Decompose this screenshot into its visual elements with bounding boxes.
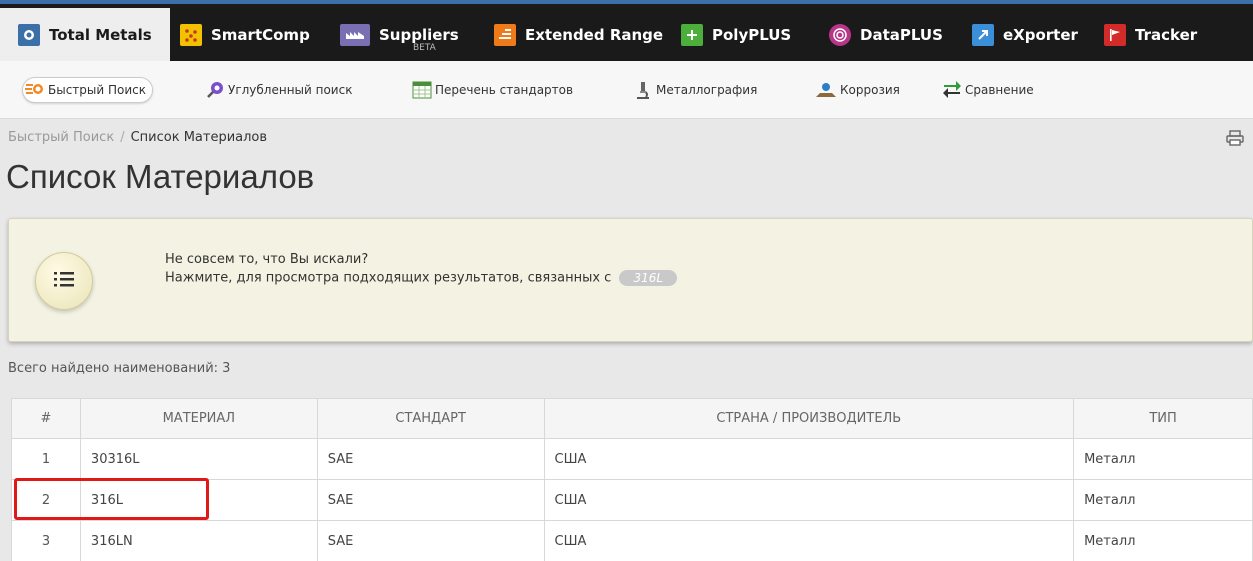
polyplus-icon: [681, 23, 703, 46]
product-tab-total-metals[interactable]: Total Metals: [0, 8, 170, 61]
standard-cell: SAE: [316, 438, 545, 480]
breadcrumb-separator: /: [120, 130, 125, 145]
product-label: Total Metals: [49, 25, 152, 44]
total-metals-icon: [18, 23, 40, 46]
table-row[interactable]: 1 30316L SAE США Металл: [11, 438, 1253, 480]
column-header-number[interactable]: #: [11, 398, 81, 439]
suggestion-notice: Не совсем то, что Вы искали? Нажмите, дл…: [8, 218, 1253, 342]
toolbar-quick-search[interactable]: Быстрый Поиск: [22, 77, 154, 103]
table-header-row: # МАТЕРИАЛ СТАНДАРТ СТРАНА / ПРОИЗВОДИТЕ…: [11, 398, 1253, 439]
product-tab-exporter[interactable]: eXporter: [972, 8, 1078, 61]
product-label: Suppliers: [379, 25, 459, 44]
toolbar-label: Быстрый Поиск: [48, 83, 147, 97]
product-tab-extended-range[interactable]: Extended Range: [494, 8, 663, 61]
toolbar-metallography[interactable]: Металлография: [633, 77, 757, 103]
exporter-icon: [972, 23, 994, 46]
product-label: PolyPLUS: [712, 25, 792, 44]
table-row[interactable]: 2 316L SAE США Металл: [11, 479, 1253, 521]
product-tab-smartcomp[interactable]: SmartComp: [180, 8, 310, 61]
column-header-standard[interactable]: СТАНДАРТ: [316, 398, 545, 439]
product-tab-polyplus[interactable]: PolyPLUS: [681, 8, 791, 61]
toolbar-standards-list[interactable]: Перечень стандартов: [412, 77, 573, 103]
notice-instruction-text: Нажмите, для просмотра подходящих резуль…: [165, 270, 612, 286]
notice-question: Не совсем то, что Вы искали?: [165, 252, 369, 267]
product-label: Tracker: [1135, 25, 1198, 44]
row-number: 1: [11, 438, 81, 480]
product-tab-tracker[interactable]: Tracker: [1104, 8, 1197, 61]
smartcomp-icon: [180, 23, 202, 46]
toolbar-corrosion[interactable]: Коррозия: [815, 77, 900, 103]
results-count: Всего найдено наименований: 3: [8, 361, 231, 376]
product-label: SmartComp: [211, 25, 310, 44]
product-label: Extended Range: [525, 25, 664, 44]
toolbar-label: Углубленный поиск: [228, 83, 353, 97]
country-cell: США: [543, 438, 1075, 480]
product-tab-dataplus[interactable]: DataPLUS: [829, 8, 943, 61]
table-row[interactable]: 3 316LN SAE США Металл: [11, 520, 1253, 561]
product-bar: Total Metals SmartComp Suppliers BETA Ex…: [0, 0, 1253, 61]
column-header-material[interactable]: МАТЕРИАЛ: [79, 398, 318, 439]
toolbar-advanced-search[interactable]: Углубленный поиск: [205, 77, 352, 103]
breadcrumb-root-link[interactable]: Быстрый Поиск: [8, 130, 114, 145]
notice-instruction: Нажмите, для просмотра подходящих резуль…: [165, 270, 678, 286]
suppliers-icon: [340, 23, 370, 46]
extended-range-icon: [494, 23, 516, 46]
type-cell: Металл: [1073, 438, 1253, 480]
breadcrumb: Быстрый Поиск / Список Материалов: [8, 130, 267, 145]
country-cell: США: [543, 520, 1075, 561]
quick-search-icon: [25, 81, 45, 99]
standard-cell: SAE: [316, 520, 545, 561]
material-cell[interactable]: 316LN: [79, 520, 318, 561]
breadcrumb-current: Список Материалов: [130, 130, 268, 145]
corrosion-icon: [815, 81, 837, 99]
related-results-button[interactable]: [35, 252, 93, 310]
standard-cell: SAE: [316, 479, 545, 521]
country-cell: США: [543, 479, 1075, 521]
dataplus-icon: [829, 23, 851, 46]
print-icon[interactable]: [1226, 130, 1244, 146]
row-number: 2: [11, 479, 81, 521]
list-icon: [54, 270, 74, 292]
microscope-icon: [633, 81, 653, 99]
toolbar-label: Металлография: [656, 83, 758, 97]
toolbar-compare[interactable]: Сравнение: [942, 77, 1034, 103]
materials-table: # МАТЕРИАЛ СТАНДАРТ СТРАНА / ПРОИЗВОДИТЕ…: [11, 398, 1253, 561]
column-header-type[interactable]: ТИП: [1073, 398, 1253, 439]
product-label: eXporter: [1003, 25, 1078, 44]
toolbar-label: Перечень стандартов: [435, 83, 574, 97]
advanced-search-icon: [205, 81, 225, 99]
tracker-icon: [1104, 23, 1126, 46]
row-number: 3: [11, 520, 81, 561]
beta-badge: BETA: [413, 42, 436, 53]
type-cell: Металл: [1073, 479, 1253, 521]
column-header-country[interactable]: СТРАНА / ПРОИЗВОДИТЕЛЬ: [543, 398, 1075, 439]
toolbar-label: Коррозия: [840, 83, 900, 97]
toolbar-label: Сравнение: [965, 83, 1034, 97]
product-label: DataPLUS: [860, 25, 943, 44]
standards-list-icon: [412, 81, 432, 99]
page-title: Список Материалов: [6, 158, 315, 195]
compare-arrows-icon: [942, 81, 962, 99]
module-toolbar: Быстрый Поиск Углубленный поиск Перечень…: [0, 61, 1253, 119]
type-cell: Металл: [1073, 520, 1253, 561]
product-tab-suppliers[interactable]: Suppliers BETA: [340, 8, 459, 61]
material-cell[interactable]: 316L: [79, 479, 318, 521]
material-cell[interactable]: 30316L: [79, 438, 318, 480]
search-term-chip[interactable]: 316L: [619, 270, 678, 286]
